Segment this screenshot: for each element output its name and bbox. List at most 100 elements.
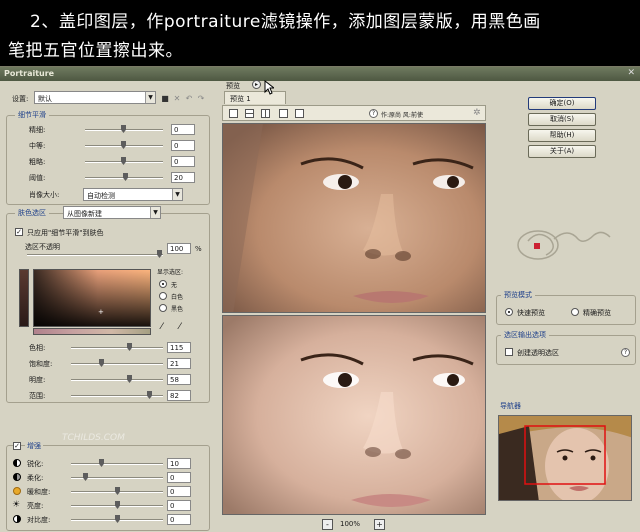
color-picker[interactable]: +	[33, 269, 151, 327]
range-value[interactable]: 82	[167, 390, 191, 401]
threshold-value[interactable]: 20	[171, 172, 195, 183]
preview-before-image[interactable]	[222, 123, 486, 313]
delete-preset-icon[interactable]: ✕	[172, 94, 182, 104]
help-button[interactable]: 帮助(H)	[528, 129, 596, 142]
threshold-slider[interactable]	[85, 173, 163, 181]
sharpen-value[interactable]: 10	[167, 458, 191, 469]
warmth-value[interactable]: 0	[167, 486, 191, 497]
preview-after-image[interactable]	[222, 315, 486, 515]
contrast-slider[interactable]	[71, 515, 163, 523]
navigator-thumbnail[interactable]	[498, 415, 632, 501]
range-slider-thumb[interactable]	[147, 391, 152, 399]
fine-slider-thumb[interactable]	[121, 125, 126, 133]
hue-slider[interactable]	[71, 343, 163, 351]
settings-select[interactable]: 默认 ▼	[34, 91, 156, 104]
soften-slider[interactable]	[71, 473, 163, 481]
soften-value[interactable]: 0	[167, 472, 191, 483]
hue-value[interactable]: 115	[167, 342, 191, 353]
hue-slider-thumb[interactable]	[127, 343, 132, 351]
luminance-slider-thumb[interactable]	[127, 375, 132, 383]
split-horizontal-icon[interactable]	[245, 109, 254, 118]
portrait-size-select[interactable]: 自动检测 ▼	[83, 188, 183, 201]
medium-slider-thumb[interactable]	[121, 141, 126, 149]
sharpen-slider[interactable]	[71, 459, 163, 467]
eyedropper-plus-icon[interactable]: ⁄	[179, 322, 181, 332]
coarse-value[interactable]: 0	[171, 156, 195, 167]
medium-slider[interactable]	[85, 141, 163, 149]
tab-preview-1[interactable]: 预览 1	[224, 91, 286, 104]
brightness-value[interactable]: 0	[167, 500, 191, 511]
about-button[interactable]: 关于(A)	[528, 145, 596, 158]
threshold-slider-thumb[interactable]	[123, 173, 128, 181]
luminance-bar[interactable]	[19, 269, 29, 327]
right-panel: 确定(O) 取消(S) 帮助(H) 关于(A) 预览模式 快速预览 精确预览 选…	[494, 85, 638, 532]
contrast-value[interactable]: 0	[167, 514, 191, 525]
save-preset-icon[interactable]: ■	[160, 94, 170, 104]
redo-icon[interactable]: ↷	[196, 94, 206, 104]
split-vertical-icon[interactable]	[261, 109, 270, 118]
portrait-size-label: 肖像大小:	[29, 191, 60, 199]
medium-value[interactable]: 0	[171, 140, 195, 151]
detail-smoothing-title: 细节平滑	[15, 110, 49, 120]
soften-slider-thumb[interactable]	[83, 473, 88, 481]
zoom-out-button[interactable]: -	[322, 519, 333, 530]
output-help-icon[interactable]: ?	[621, 348, 630, 357]
undo-icon[interactable]: ↶	[184, 94, 194, 104]
show-white-radio[interactable]	[159, 292, 167, 300]
signature-logo-icon	[517, 230, 611, 260]
preview-mode-group: 预览模式 快速预览 精确预览	[496, 290, 636, 325]
soften-icon	[13, 473, 21, 481]
warmth-slider[interactable]	[71, 487, 163, 495]
mask-source-select[interactable]: 从图像新建 ▼	[63, 206, 161, 219]
apply-only-checkbox[interactable]: ✓	[15, 228, 23, 236]
create-transparent-checkbox[interactable]	[505, 348, 513, 356]
cancel-button[interactable]: 取消(S)	[528, 113, 596, 126]
preview-menu-icon[interactable]: ▸	[252, 80, 261, 89]
fine-value[interactable]: 0	[171, 124, 195, 135]
luminance-value[interactable]: 58	[167, 374, 191, 385]
brightness-slider[interactable]	[71, 501, 163, 509]
warmth-slider-thumb[interactable]	[115, 487, 120, 495]
hue-strip[interactable]	[33, 328, 151, 335]
copy-preview-icon[interactable]	[295, 109, 304, 118]
range-slider[interactable]	[71, 391, 163, 399]
eyedropper-icon[interactable]: ⁄	[161, 322, 163, 332]
saturation-slider[interactable]	[71, 359, 163, 367]
window-title: Portraiture	[4, 69, 55, 78]
enhance-checkbox[interactable]: ✓	[13, 442, 21, 450]
mask-opacity-value[interactable]: 100	[167, 243, 191, 254]
zoom-in-button[interactable]: +	[374, 519, 385, 530]
luminance-slider[interactable]	[71, 375, 163, 383]
skin-mask-title: 肤色选区	[15, 208, 49, 218]
new-preview-icon[interactable]	[279, 109, 288, 118]
brightness-slider-thumb[interactable]	[115, 501, 120, 509]
fine-label: 精细:	[29, 126, 46, 134]
warmth-label: 暖和度:	[27, 488, 51, 496]
sharpen-slider-thumb[interactable]	[99, 459, 104, 467]
output-options-group: 选区输出选项 创建透明选区 ?	[496, 330, 636, 365]
coarse-slider-thumb[interactable]	[121, 157, 126, 165]
mask-opacity-thumb[interactable]	[157, 250, 162, 258]
accurate-preview-radio[interactable]	[571, 308, 579, 316]
show-none-label: 无	[171, 282, 178, 289]
show-none-radio[interactable]	[159, 280, 167, 288]
show-mask-label: 显示选区:	[157, 269, 184, 276]
help-icon[interactable]: ?	[369, 109, 378, 118]
sharpen-label: 锐化:	[27, 460, 44, 468]
mask-opacity-slider[interactable]	[27, 250, 163, 258]
saturation-value[interactable]: 21	[167, 358, 191, 369]
show-black-radio[interactable]	[159, 304, 167, 312]
fast-preview-radio[interactable]	[505, 308, 513, 316]
medium-label: 中等:	[29, 142, 46, 150]
fine-slider[interactable]	[85, 125, 163, 133]
mouse-cursor-icon	[264, 80, 274, 95]
contrast-slider-thumb[interactable]	[115, 515, 120, 523]
portrait-size-row: 肖像大小: 自动检测 ▼	[7, 188, 209, 201]
coarse-slider[interactable]	[85, 157, 163, 165]
ok-button[interactable]: 确定(O)	[528, 97, 596, 110]
single-view-icon[interactable]	[229, 109, 238, 118]
apply-only-label: 只应用"细节平滑"到肤色	[27, 229, 104, 237]
saturation-slider-thumb[interactable]	[99, 359, 104, 367]
contrast-icon	[13, 515, 21, 523]
window-close-icon[interactable]: ✕	[627, 68, 635, 78]
